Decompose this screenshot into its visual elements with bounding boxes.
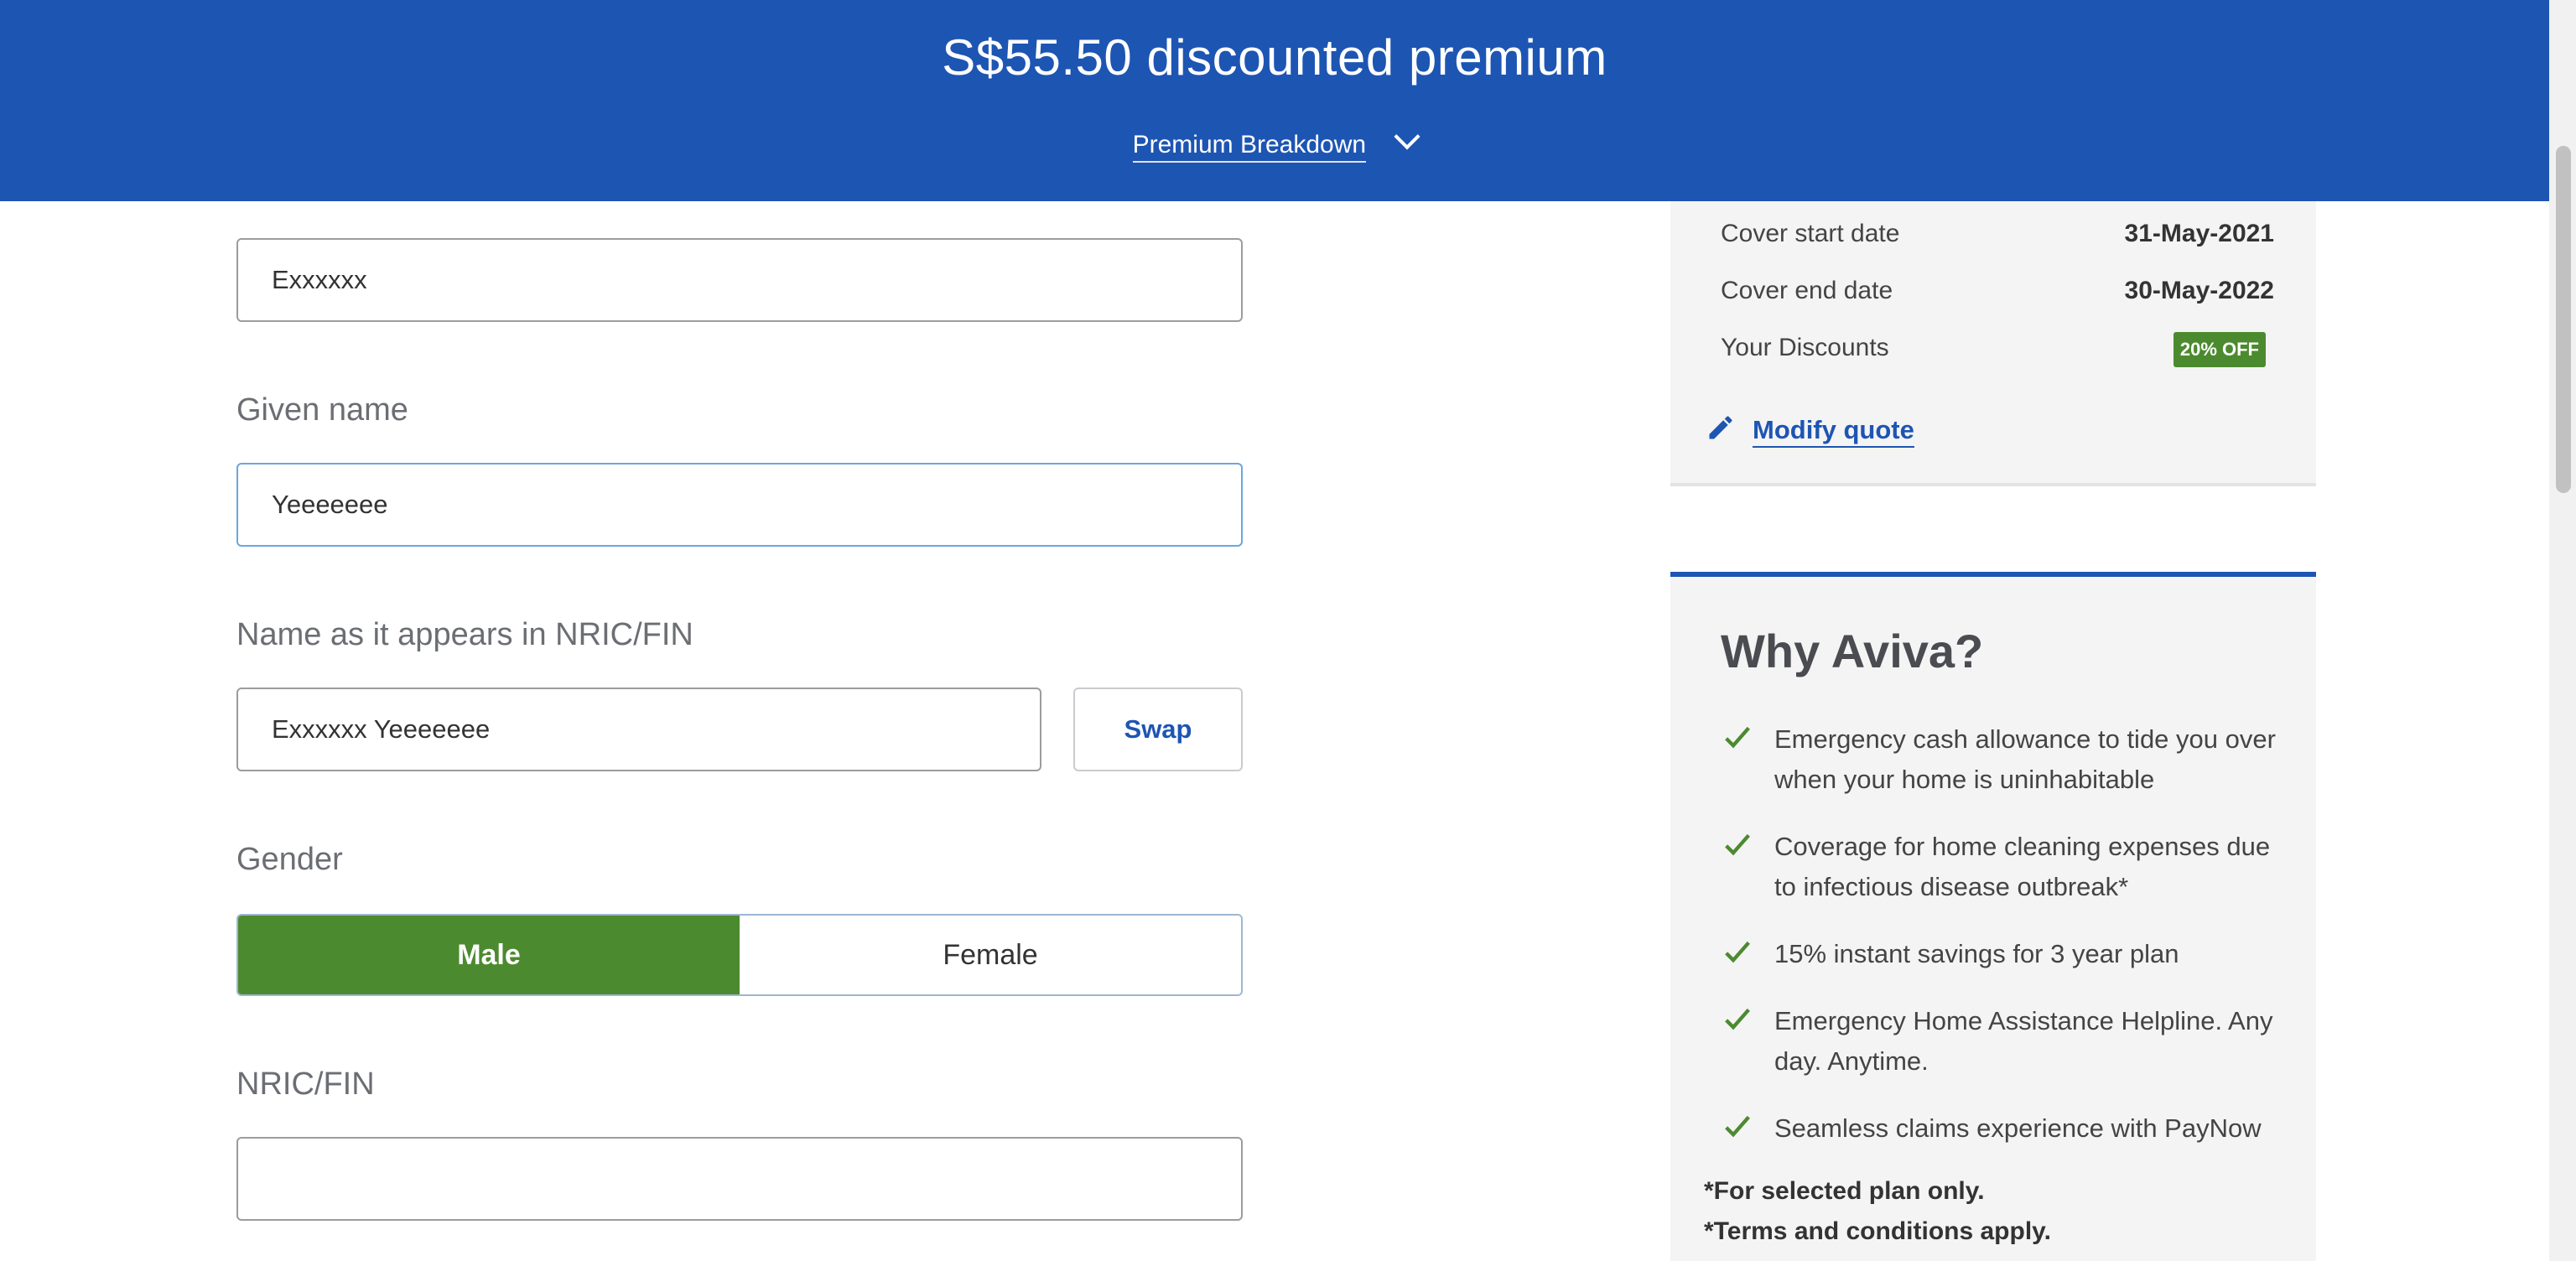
gender-toggle: Male Female bbox=[236, 914, 1243, 996]
footnote-terms: *Terms and conditions apply. bbox=[1704, 1217, 2051, 1245]
given-name-label: Given name bbox=[236, 392, 408, 428]
page: Exxxxxx Given name Yeeeeeee Name as it a… bbox=[0, 0, 2576, 1261]
why-aviva-panel: Why Aviva? Emergency cash allowance to t… bbox=[1670, 572, 2316, 1261]
why-aviva-title: Why Aviva? bbox=[1721, 625, 1984, 677]
cover-start-row: Cover start date 31-May-2021 bbox=[1721, 220, 2274, 248]
benefit-text: Emergency Home Assistance Helpline. Any … bbox=[1774, 1006, 2273, 1076]
nric-name-field[interactable]: Exxxxxx Yeeeeeee bbox=[236, 688, 1041, 771]
benefit-text: Emergency cash allowance to tide you ove… bbox=[1774, 724, 2276, 794]
swap-button[interactable]: Swap bbox=[1073, 688, 1243, 771]
benefit-text: Coverage for home cleaning expenses due … bbox=[1774, 832, 2271, 901]
premium-header: S$55.50 discounted premium Premium Break… bbox=[0, 0, 2549, 201]
gender-option-male[interactable]: Male bbox=[238, 916, 740, 994]
modify-quote-link[interactable]: Modify quote bbox=[1706, 413, 1914, 449]
cover-end-value: 30-May-2022 bbox=[2124, 277, 2274, 304]
benefit-text: Seamless claims experience with PayNow bbox=[1774, 1113, 2262, 1143]
check-icon bbox=[1721, 1003, 1754, 1040]
premium-summary: S$55.50 discounted premium bbox=[0, 29, 2549, 86]
scrollbar-thumb[interactable] bbox=[2556, 146, 2571, 493]
gender-label: Gender bbox=[236, 842, 343, 877]
premium-breakdown-label[interactable]: Premium Breakdown bbox=[1132, 131, 1367, 163]
cover-end-row: Cover end date 30-May-2022 bbox=[1721, 277, 2274, 305]
cover-start-label: Cover start date bbox=[1721, 220, 1900, 247]
discount-badge: 20% OFF bbox=[2173, 332, 2266, 367]
premium-label: discounted premium bbox=[1146, 29, 1607, 86]
discounts-label: Your Discounts bbox=[1721, 334, 1889, 361]
given-name-field[interactable]: Yeeeeeee bbox=[236, 463, 1243, 547]
footnote-selected-plan: *For selected plan only. bbox=[1704, 1177, 1985, 1205]
chevron-down-icon[interactable] bbox=[1394, 123, 1420, 150]
nric-field[interactable] bbox=[236, 1137, 1243, 1221]
pencil-icon bbox=[1706, 413, 1736, 449]
premium-amount: S$55.50 bbox=[942, 29, 1133, 86]
check-icon bbox=[1721, 828, 1754, 866]
premium-breakdown-toggle[interactable]: Premium Breakdown bbox=[0, 123, 2549, 163]
check-icon bbox=[1721, 936, 1754, 973]
scrollbar[interactable] bbox=[2549, 0, 2576, 1261]
cover-end-label: Cover end date bbox=[1721, 277, 1893, 304]
discounts-row: Your Discounts 20% OFF bbox=[1721, 332, 2274, 367]
modify-quote-label: Modify quote bbox=[1753, 415, 1914, 448]
check-icon bbox=[1721, 1110, 1754, 1148]
nric-label: NRIC/FIN bbox=[236, 1066, 375, 1102]
cover-start-value: 31-May-2021 bbox=[2124, 220, 2274, 247]
benefit-text: 15% instant savings for 3 year plan bbox=[1774, 939, 2179, 968]
gender-option-female[interactable]: Female bbox=[740, 916, 1241, 994]
check-icon bbox=[1721, 721, 1754, 759]
nric-name-label: Name as it appears in NRIC/FIN bbox=[236, 617, 693, 652]
surname-field[interactable]: Exxxxxx bbox=[236, 238, 1243, 322]
